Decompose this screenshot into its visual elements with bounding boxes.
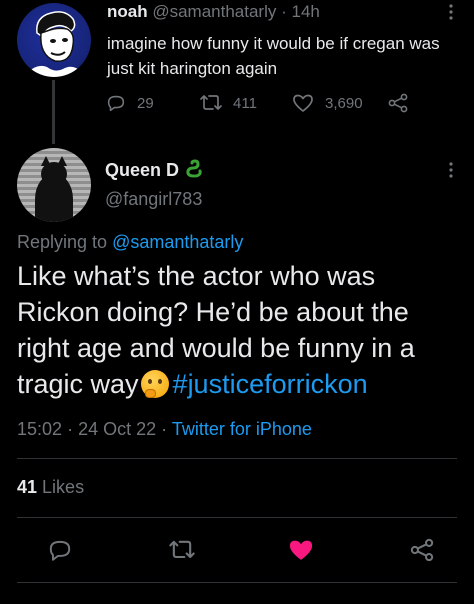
reply-icon: [107, 95, 125, 112]
reply-icon: [49, 540, 71, 561]
parent-handle[interactable]: @samanthatarly: [152, 2, 276, 21]
parent-retweet-count: 411: [233, 94, 257, 112]
hashtag-link[interactable]: #justiceforrickon: [173, 369, 368, 399]
cartoon-face-avatar-icon: [27, 11, 83, 77]
likes-count: 41: [17, 477, 38, 497]
parent-tweet-text: imagine how funny it would be if cregan …: [107, 34, 440, 78]
share-icon: [388, 93, 408, 113]
retweet-icon: [200, 95, 222, 110]
parent-like-count: 3,690: [325, 94, 363, 112]
parent-reply-count: 29: [137, 94, 154, 112]
main-display-name[interactable]: Queen D: [105, 160, 179, 181]
parent-timestamp[interactable]: 14h: [292, 2, 320, 21]
like-icon: [289, 540, 313, 560]
parent-tweet-header: noah @samanthatarly · 14h: [107, 2, 320, 22]
main-tweet-actions: [0, 535, 474, 565]
cat-body: [35, 174, 73, 222]
replying-to-line: Replying to @samanthatarly: [17, 232, 243, 253]
tweet-source-link[interactable]: Twitter for iPhone: [172, 419, 312, 439]
tweet-meta-line: 15:02 · 24 Oct 22 · Twitter for iPhone: [17, 419, 312, 440]
share-icon: [410, 538, 434, 562]
divider: [17, 458, 457, 459]
more-vertical-icon[interactable]: [448, 4, 454, 20]
parent-time-separator: ·: [281, 2, 287, 21]
share-button[interactable]: [407, 535, 437, 565]
reply-button[interactable]: [45, 535, 75, 565]
likes-summary[interactable]: 41 Likes: [17, 477, 84, 498]
divider: [17, 517, 457, 518]
meta-separator: ·: [161, 419, 168, 439]
parent-share-button[interactable]: [387, 92, 409, 114]
thread-connector-line: [52, 80, 55, 144]
parent-reply-button[interactable]: 29: [105, 92, 154, 114]
meta-separator: ·: [67, 419, 74, 439]
tweet-date[interactable]: 24 Oct 22: [78, 419, 156, 439]
parent-avatar[interactable]: [17, 3, 91, 77]
like-icon: [293, 94, 313, 112]
parent-display-name[interactable]: noah: [107, 2, 148, 21]
replying-to-prefix: Replying to: [17, 232, 108, 252]
retweet-button[interactable]: [167, 535, 197, 565]
snake-emoji: [185, 158, 203, 183]
replying-to-mention[interactable]: @samanthatarly: [112, 232, 243, 252]
thinking-face-emoji: [140, 370, 169, 398]
main-avatar[interactable]: [17, 148, 91, 222]
like-button[interactable]: [286, 535, 316, 565]
main-display-name-row[interactable]: Queen D: [105, 158, 203, 183]
retweet-icon: [169, 540, 195, 559]
divider: [17, 582, 457, 583]
parent-retweet-button[interactable]: 411: [199, 92, 257, 114]
main-tweet-text: Like what’s the actor who was Rickon doi…: [17, 258, 462, 402]
more-vertical-icon[interactable]: [448, 162, 454, 178]
main-handle[interactable]: @fangirl783: [105, 189, 202, 210]
parent-like-button[interactable]: 3,690: [291, 92, 363, 114]
likes-label: Likes: [42, 477, 85, 497]
tweet-time[interactable]: 15:02: [17, 419, 62, 439]
